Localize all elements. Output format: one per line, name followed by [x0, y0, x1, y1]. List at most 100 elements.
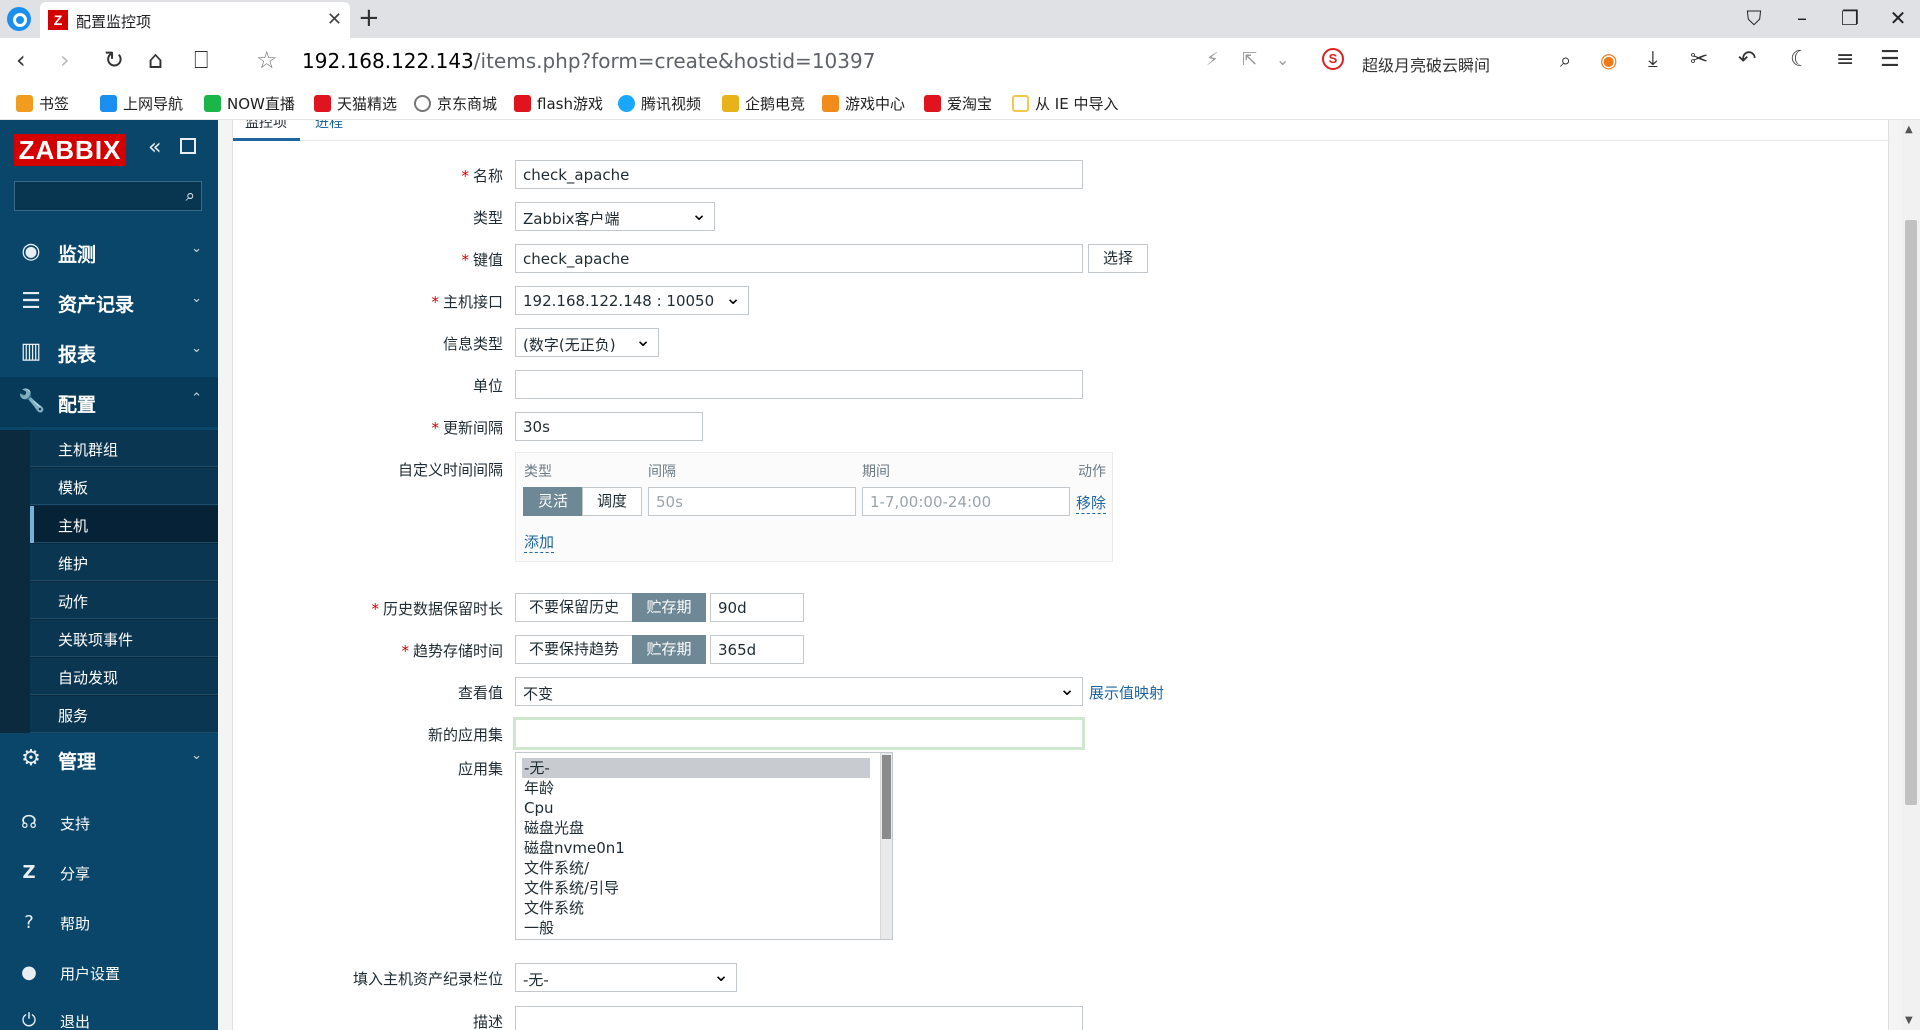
search-icon[interactable]: ⌕: [185, 186, 195, 206]
menu-share[interactable]: Z 分享: [0, 848, 218, 898]
favorite-star-icon[interactable]: ☆: [256, 48, 278, 72]
history-period-input[interactable]: 90d: [710, 593, 804, 622]
menu-icon[interactable]: ≡: [1836, 48, 1854, 72]
lightning-icon[interactable]: ⚡: [1206, 48, 1219, 72]
menu-monitoring[interactable]: ◉ 监测 ⌄: [0, 227, 218, 277]
remove-interval-link[interactable]: 移除: [1076, 492, 1107, 514]
restore-icon[interactable]: ❐: [1838, 6, 1862, 30]
browser-logo-icon[interactable]: [7, 7, 31, 31]
list-item[interactable]: -无-: [522, 758, 870, 778]
info-type-select[interactable]: (数字(无正负): [515, 328, 659, 357]
key-input[interactable]: check_apache: [515, 244, 1083, 273]
share-page-icon[interactable]: ⇱: [1242, 48, 1257, 72]
bookmark-item[interactable]: 腾讯视频: [618, 93, 701, 114]
collapse-sidebar-icon[interactable]: «: [148, 135, 161, 160]
history-storage-toggle[interactable]: 贮存期: [632, 593, 706, 622]
list-item[interactable]: 文件系统: [522, 898, 870, 918]
list-item[interactable]: 文件系统/引导: [522, 878, 870, 898]
units-input[interactable]: [515, 370, 1083, 399]
show-value-mappings-link[interactable]: 展示值映射: [1089, 682, 1164, 703]
submenu-templates[interactable]: 模板: [30, 468, 218, 505]
list-item[interactable]: 年龄: [522, 778, 870, 798]
new-application-input[interactable]: [513, 717, 1085, 750]
forward-icon[interactable]: ›: [60, 48, 70, 72]
close-window-icon[interactable]: ✕: [1886, 6, 1910, 30]
bookmark-item[interactable]: 京东商城: [414, 93, 497, 114]
browser-tab-active[interactable]: Z 配置监控项 ✕: [40, 2, 350, 38]
address-bar[interactable]: 192.168.122.143/items.php?form=create&ho…: [302, 49, 875, 73]
history-no-keep-toggle[interactable]: 不要保留历史: [515, 593, 633, 622]
reader-icon[interactable]: ⎕: [194, 48, 208, 72]
submenu-event-correlation[interactable]: 关联项事件: [30, 620, 218, 657]
search-box[interactable]: S 超级月亮破云瞬间: [1322, 48, 1592, 75]
bookmark-item[interactable]: 爱淘宝: [924, 93, 992, 114]
page-scrollbar-thumb[interactable]: [1905, 220, 1917, 805]
submenu-discovery[interactable]: 自动发现: [30, 658, 218, 695]
zabbix-logo[interactable]: ZABBIX: [14, 134, 126, 166]
scroll-down-icon[interactable]: ▼: [1905, 1015, 1913, 1026]
kiosk-mode-icon[interactable]: [180, 138, 196, 154]
inventory-field-select[interactable]: -无-: [515, 963, 737, 992]
bookmark-item[interactable]: 天猫精选: [314, 93, 397, 114]
applications-scrollbar[interactable]: [880, 753, 892, 939]
list-item[interactable]: Cpu: [522, 798, 870, 818]
menu-reports[interactable]: ▥ 报表 ⌄: [0, 327, 218, 377]
sidebar-toggle-icon[interactable]: ☰: [1880, 48, 1900, 72]
sidebar-search-input[interactable]: ⌕: [14, 181, 202, 211]
reload-icon[interactable]: ↻: [104, 48, 124, 72]
applications-listbox[interactable]: -无- 年龄 Cpu 磁盘光盘 磁盘nvme0n1 文件系统/ 文件系统/引导 …: [515, 752, 893, 940]
show-value-select[interactable]: 不变: [515, 677, 1083, 706]
menu-user-settings[interactable]: ● 用户设置: [0, 948, 218, 998]
bookmark-item[interactable]: flash游戏: [514, 93, 603, 114]
custom-interval-input[interactable]: 50s: [648, 487, 856, 516]
new-tab-icon[interactable]: +: [358, 3, 380, 33]
tab-close-icon[interactable]: ✕: [327, 9, 342, 30]
menu-help[interactable]: ? 帮助: [0, 898, 218, 948]
select-key-button[interactable]: 选择: [1088, 244, 1148, 273]
menu-sign-out[interactable]: ⏻ 退出: [0, 996, 218, 1030]
custom-period-input[interactable]: 1-7,00:00-24:00: [862, 487, 1070, 516]
bookmark-item[interactable]: 上网导航: [100, 93, 183, 114]
trends-no-keep-toggle[interactable]: 不要保持趋势: [515, 635, 633, 664]
list-item[interactable]: 磁盘光盘: [522, 818, 870, 838]
submenu-hosts[interactable]: 主机: [30, 506, 218, 543]
type-select[interactable]: Zabbix客户端: [515, 202, 715, 231]
download-icon[interactable]: ⤓: [1648, 48, 1658, 72]
flexible-toggle[interactable]: 灵活: [523, 487, 583, 516]
page-scrollbar[interactable]: ▲ ▼: [1902, 120, 1920, 1030]
night-mode-icon[interactable]: ☾: [1790, 48, 1810, 72]
dropdown-icon[interactable]: ⌄: [1276, 48, 1289, 72]
submenu-host-groups[interactable]: 主机群组: [30, 430, 218, 467]
list-item[interactable]: 一般: [522, 918, 870, 938]
interface-select[interactable]: 192.168.122.148 : 10050: [515, 286, 749, 315]
search-icon[interactable]: ⌕: [1560, 48, 1571, 72]
scroll-up-icon[interactable]: ▲: [1905, 124, 1913, 135]
menu-support[interactable]: ☊ 支持: [0, 798, 218, 848]
bookmark-item[interactable]: 从 IE 中导入: [1012, 93, 1118, 114]
minimize-icon[interactable]: –: [1790, 6, 1814, 30]
game-icon[interactable]: ◉: [1600, 48, 1617, 72]
undo-icon[interactable]: ↶: [1738, 48, 1756, 72]
bookmark-item[interactable]: NOW直播: [204, 93, 295, 114]
trends-period-input[interactable]: 365d: [710, 635, 804, 664]
list-item[interactable]: 磁盘nvme0n1: [522, 838, 870, 858]
tab-item[interactable]: 监控项: [245, 120, 287, 132]
description-textarea[interactable]: [515, 1006, 1083, 1030]
tab-preprocessing[interactable]: 进程: [315, 120, 343, 132]
scissors-icon[interactable]: ✂: [1690, 48, 1708, 72]
submenu-maintenance[interactable]: 维护: [30, 544, 218, 581]
bookmark-item[interactable]: 书签: [16, 93, 69, 114]
bookmark-item[interactable]: 企鹅电竞: [722, 93, 805, 114]
scheduling-toggle[interactable]: 调度: [582, 487, 642, 516]
submenu-services[interactable]: 服务: [30, 696, 218, 733]
list-item[interactable]: 文件系统/: [522, 858, 870, 878]
bookmark-item[interactable]: 游戏中心: [822, 93, 905, 114]
trends-storage-toggle[interactable]: 贮存期: [632, 635, 706, 664]
name-input[interactable]: check_apache: [515, 160, 1083, 189]
submenu-actions[interactable]: 动作: [30, 582, 218, 619]
back-icon[interactable]: ‹: [16, 48, 26, 72]
scrollbar-thumb[interactable]: [882, 755, 891, 839]
menu-inventory[interactable]: ☰ 资产记录 ⌄: [0, 277, 218, 327]
update-interval-input[interactable]: 30s: [515, 412, 703, 441]
menu-configuration[interactable]: 🔧 配置 ⌃: [0, 377, 218, 427]
